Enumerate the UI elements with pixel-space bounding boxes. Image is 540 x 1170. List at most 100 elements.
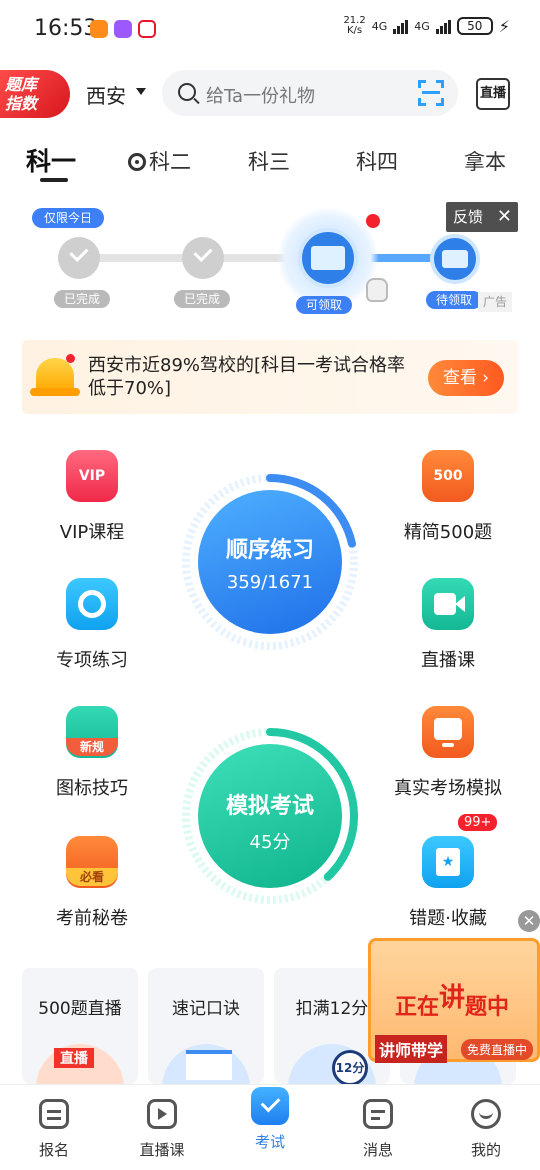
promo-title: 正在讲题中 xyxy=(395,977,509,1021)
search-input[interactable]: 给Ta一份礼物 xyxy=(162,70,458,116)
promo-title-part: 题中 xyxy=(465,995,510,1020)
book-icon xyxy=(311,246,345,270)
feature-label: 考前秘卷 xyxy=(56,908,128,929)
net-speed-unit: K/s xyxy=(347,25,363,36)
q500-icon-text: 500 xyxy=(433,468,463,484)
search-placeholder: 给Ta一份礼物 xyxy=(206,86,316,107)
active-tab-indicator xyxy=(40,178,68,182)
tab-subject-2[interactable]: 科二 xyxy=(128,146,191,176)
nav-profile[interactable]: 我的 xyxy=(432,1085,540,1160)
clipboard-icon: 必看 xyxy=(66,836,118,888)
feature-label: 图标技巧 xyxy=(56,778,128,799)
promo-teacher-label: 讲师带学 xyxy=(375,1035,448,1063)
card-title: 500题直播 xyxy=(38,999,122,1019)
nav-register[interactable]: 报名 xyxy=(0,1085,108,1160)
bell-icon xyxy=(30,354,80,400)
notes-illustration xyxy=(162,1044,250,1084)
signal-icon xyxy=(393,18,409,34)
wrong-favorites[interactable]: ★ 99+ 错题·收藏 xyxy=(368,812,528,930)
count-badge: 99+ xyxy=(456,812,500,833)
practice-progress: 359/1671 xyxy=(226,572,314,593)
register-icon xyxy=(39,1099,69,1129)
tab-label: 科二 xyxy=(149,150,191,174)
view-label: 查看 xyxy=(442,368,477,388)
card-title: 速记口诀 xyxy=(172,999,240,1019)
nav-label: 报名 xyxy=(38,1141,69,1159)
feature-label: 错题·收藏 xyxy=(409,908,487,929)
vip-icon: VIP xyxy=(66,450,118,502)
card-500-live[interactable]: 500题直播 直播 xyxy=(22,968,138,1084)
target-icon xyxy=(66,578,118,630)
app-header: 题库 指数 西安 给Ta一份礼物 直播 xyxy=(0,66,540,120)
live-illustration: 直播 xyxy=(36,1044,124,1084)
tab-subject-1[interactable]: 科一 xyxy=(26,142,76,178)
signal-icon xyxy=(435,18,451,34)
charging-icon: ⚡ xyxy=(498,16,510,36)
nav-live-class[interactable]: 直播课 xyxy=(108,1085,216,1160)
sequential-practice-button[interactable]: 顺序练习 359/1671 xyxy=(198,490,342,634)
notification-app-icon xyxy=(114,20,132,38)
promo-title-part: 讲 xyxy=(439,983,466,1013)
q500-icon: 500 xyxy=(422,450,474,502)
nav-exam[interactable]: 考试 xyxy=(216,1085,324,1152)
sign-tips[interactable]: 新规 图标技巧 xyxy=(12,706,172,800)
exam-check-icon xyxy=(251,1087,289,1125)
message-icon xyxy=(363,1099,393,1129)
battery-icon: 50 xyxy=(456,17,493,35)
live-button[interactable]: 直播 xyxy=(476,78,510,110)
bookmark-star-icon: ★ 99+ xyxy=(422,812,500,888)
tab-subject-4[interactable]: 科四 xyxy=(356,146,398,176)
star-icon: ★ xyxy=(441,854,455,870)
live-class[interactable]: 直播课 xyxy=(368,578,528,672)
step-status: 已完成 xyxy=(174,290,231,308)
special-practice[interactable]: 专项练习 xyxy=(12,578,172,672)
search-icon xyxy=(178,83,196,101)
nav-label: 考试 xyxy=(254,1133,285,1151)
tv-icon xyxy=(147,1099,177,1129)
notification-dot xyxy=(366,214,380,228)
mock-exam-button[interactable]: 模拟考试 45分 xyxy=(198,744,342,888)
bottom-navigation: 报名 直播课 考试 消息 我的 xyxy=(0,1084,540,1170)
simplified-500[interactable]: 500 精简500题 xyxy=(368,450,528,544)
status-time: 16:53 xyxy=(34,16,98,41)
points-illustration: 12分 xyxy=(288,1044,376,1084)
claim-button[interactable]: 可领取 xyxy=(296,296,353,314)
today-only-badge: 仅限今日 xyxy=(32,208,105,228)
reward-book-icon[interactable] xyxy=(298,228,358,288)
nav-messages[interactable]: 消息 xyxy=(324,1085,432,1160)
monitor-icon xyxy=(422,706,474,758)
status-indicators: 21.2 K/s 4G 4G 50 ⚡ xyxy=(343,16,510,36)
vip-course[interactable]: VIP VIP课程 xyxy=(12,450,172,544)
promo-live-label: 免费直播中 xyxy=(460,1039,533,1060)
points-badge: 12分 xyxy=(332,1050,368,1084)
view-button[interactable]: 查看 › xyxy=(428,360,504,396)
promo-footer: 讲师带学 免费直播中 xyxy=(371,1035,537,1065)
close-icon[interactable]: ✕ xyxy=(497,202,512,232)
new-rule-badge: 新规 xyxy=(66,738,118,756)
network-type: 4G xyxy=(371,19,388,33)
steering-wheel-icon xyxy=(128,153,146,171)
mock-exam-title: 模拟考试 xyxy=(225,794,314,819)
close-promo-icon[interactable]: ✕ xyxy=(518,910,540,932)
caret-down-icon[interactable] xyxy=(136,88,146,95)
live-sign: 直播 xyxy=(54,1048,94,1068)
card-mnemonics[interactable]: 速记口诀 xyxy=(148,968,264,1084)
feedback-button[interactable]: 反馈 ✕ xyxy=(446,202,518,232)
city-selector[interactable]: 西安 xyxy=(86,80,126,109)
feature-label: 精简500题 xyxy=(403,522,493,543)
feature-label: 直播课 xyxy=(421,650,475,671)
scan-icon[interactable] xyxy=(418,80,444,106)
reward-book-icon[interactable] xyxy=(430,234,480,284)
step-status: 待领取 xyxy=(426,291,483,309)
question-bank-index-badge[interactable]: 题库 指数 xyxy=(0,70,70,118)
tab-get-license[interactable]: 拿本 xyxy=(464,146,506,176)
must-see-badge: 必看 xyxy=(66,868,118,886)
pass-rate-notice[interactable]: 西安市近89%驾校的[科目一考试合格率低于70%] 查看 › xyxy=(22,340,518,414)
logo-text: 指数 xyxy=(5,94,38,113)
live-teaching-promo[interactable]: 正在讲题中 讲师带学 免费直播中 xyxy=(368,938,540,1065)
pre-exam-papers[interactable]: 必看 考前秘卷 xyxy=(12,836,172,930)
tab-subject-3[interactable]: 科三 xyxy=(248,146,290,176)
nav-label: 消息 xyxy=(362,1141,393,1159)
real-exam-simulation[interactable]: 真实考场模拟 xyxy=(368,706,528,800)
logo-text: 题库 xyxy=(5,75,38,94)
